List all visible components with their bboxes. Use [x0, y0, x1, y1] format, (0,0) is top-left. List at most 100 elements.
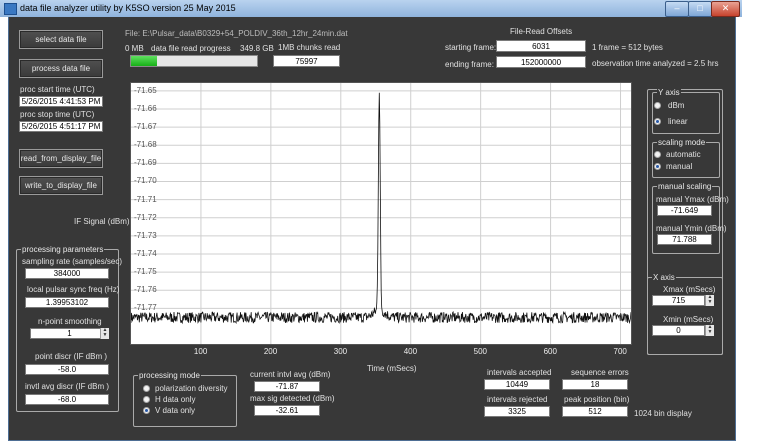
title-bar: data file analyzer utility by K5SO versi…	[0, 0, 742, 17]
intervals-rejected-label: intervals rejected	[487, 395, 548, 404]
manual-scaling-title: manual scaling	[657, 182, 713, 191]
x-axis-group-title: X axis	[652, 273, 676, 282]
y-tick-label: -71.74	[134, 248, 157, 258]
intervals-accepted-field[interactable]: 10449	[484, 379, 550, 390]
smoothing-spinner[interactable]: ▲ ▼	[100, 328, 109, 339]
y-tick-label: -71.75	[134, 267, 157, 277]
y-tick-label: -71.76	[134, 285, 157, 295]
progress-bar-fill	[131, 56, 158, 66]
ending-frame-field[interactable]: 152000000	[496, 56, 586, 68]
intervals-rejected-field[interactable]: 3325	[484, 406, 550, 417]
peak-position-field[interactable]: 512	[562, 406, 628, 417]
max-sig-label: max sig detected (dBm)	[250, 394, 335, 403]
xmin-spinner[interactable]: ▲ ▼	[705, 325, 714, 336]
y-axis-label: IF Signal (dBm)	[74, 217, 130, 226]
x-axis-label: Time (mSecs)	[367, 364, 417, 373]
xmin-field[interactable]: 0	[652, 325, 705, 336]
sampling-rate-label: sampling rate (samples/sec)	[22, 257, 123, 266]
y-tick-label: -71.73	[134, 230, 157, 240]
maximize-button[interactable]: □	[688, 1, 712, 17]
y-axis-group: Y axis	[652, 88, 720, 134]
xmin-label: Xmin (mSecs)	[663, 315, 714, 324]
chunks-field[interactable]: 75997	[273, 55, 340, 67]
frame-note: 1 frame = 512 bytes	[592, 43, 663, 52]
scaling-manual-radio[interactable]	[654, 163, 661, 170]
write-to-display-file-button[interactable]: write_to_display_file	[19, 176, 103, 195]
y-tick-label: -71.71	[134, 194, 157, 204]
mode-h-label: H data only	[155, 395, 196, 404]
proc-start-field[interactable]: 5/26/2015 4:41:53 PM	[19, 96, 103, 107]
smoothing-field[interactable]: 1	[30, 328, 109, 339]
ymin-field[interactable]: 71.788	[657, 234, 712, 245]
max-sig-field[interactable]: -32.61	[254, 405, 320, 416]
y-tick-label: -71.77	[134, 303, 157, 313]
spin-down-icon: ▼	[707, 299, 713, 305]
y-axis-linear-radio[interactable]	[654, 118, 661, 125]
signal-plot-svg	[131, 83, 631, 344]
y-axis-dbm-radio[interactable]	[654, 102, 661, 109]
y-tick-label: -71.67	[134, 122, 157, 132]
starting-frame-field[interactable]: 6031	[496, 40, 586, 52]
point-discr-label: point discr (IF dBm )	[35, 352, 108, 361]
sync-freq-field[interactable]: 1.39953102	[25, 297, 109, 308]
y-tick-label: -71.66	[134, 103, 157, 113]
close-icon: ✕	[721, 3, 730, 13]
mode-polarization-radio[interactable]	[143, 385, 150, 392]
y-tick-label: -71.70	[134, 176, 157, 186]
x-tick-label: 200	[263, 347, 278, 356]
y-axis-linear-label: linear	[668, 117, 688, 126]
sequence-errors-label: sequence errors	[571, 368, 629, 377]
close-button[interactable]: ✕	[711, 1, 740, 17]
progress-end-label: 349.8 GB	[240, 44, 274, 53]
ymax-field[interactable]: -71.649	[657, 205, 712, 216]
y-tick-label: -71.68	[134, 140, 157, 150]
offsets-title: File-Read Offsets	[510, 27, 573, 36]
xmax-field[interactable]: 715	[652, 295, 705, 306]
current-intvl-label: current intvl avg (dBm)	[250, 370, 331, 379]
x-tick-label: 600	[543, 347, 557, 356]
proc-start-label: proc start time (UTC)	[20, 85, 95, 94]
sequence-errors-field[interactable]: 18	[562, 379, 628, 390]
x-tick-label: 400	[403, 347, 418, 356]
scaling-automatic-label: automatic	[666, 150, 701, 159]
x-tick-label: 100	[193, 347, 208, 356]
signal-plot[interactable]	[130, 82, 632, 345]
mode-v-label: V data only	[155, 406, 196, 415]
scaling-automatic-radio[interactable]	[654, 151, 661, 158]
select-data-file-button[interactable]: select data file	[19, 30, 103, 49]
point-discr-field[interactable]: -58.0	[25, 364, 109, 375]
minimize-icon: –	[674, 3, 680, 13]
xmax-label: Xmax (mSecs)	[663, 285, 716, 294]
peak-position-label: peak position (bin)	[564, 395, 630, 404]
window-title: data file analyzer utility by K5SO versi…	[20, 3, 236, 13]
scaling-mode-title: scaling mode	[657, 138, 707, 147]
file-path: File: E:\Pulsar_data\B0329+54_POLDIV_36t…	[125, 29, 348, 38]
y-tick-label: -71.69	[134, 158, 157, 168]
sync-freq-label: local pulsar sync freq (Hz)	[27, 285, 120, 294]
sampling-rate-field[interactable]: 384000	[25, 268, 109, 279]
maximize-icon: □	[697, 3, 703, 13]
ymax-label: manual Ymax (dBm)	[656, 195, 729, 204]
minimize-button[interactable]: –	[665, 1, 689, 17]
starting-frame-label: starting frame:	[445, 43, 497, 52]
mode-v-radio[interactable]	[143, 407, 150, 414]
proc-stop-label: proc stop time (UTC)	[20, 110, 95, 119]
ending-frame-label: ending frame:	[445, 60, 494, 69]
xmax-spinner[interactable]: ▲ ▼	[705, 295, 714, 306]
mode-h-radio[interactable]	[143, 396, 150, 403]
observation-time-note: observation time analyzed = 2.5 hrs	[592, 59, 719, 68]
processing-mode-title: processing mode	[138, 371, 201, 380]
proc-stop-field[interactable]: 5/26/2015 4:51:17 PM	[19, 121, 103, 132]
smoothing-label: n-point smoothing	[38, 317, 102, 326]
process-data-file-button[interactable]: process data file	[19, 59, 103, 78]
scaling-manual-label: manual	[666, 162, 693, 171]
bin-display-note: 1024 bin display	[634, 409, 692, 418]
x-tick-label: 300	[333, 347, 348, 356]
read-from-display-file-button[interactable]: read_from_display_file	[19, 149, 103, 168]
invtl-discr-field[interactable]: -68.0	[25, 394, 109, 405]
ymin-label: manual Ymin (dBm)	[656, 224, 727, 233]
current-intvl-field[interactable]: -71.87	[254, 381, 320, 392]
scaling-mode-group: scaling mode	[652, 138, 720, 178]
intervals-accepted-label: intervals accepted	[487, 368, 552, 377]
y-axis-dbm-label: dBm	[668, 101, 685, 110]
